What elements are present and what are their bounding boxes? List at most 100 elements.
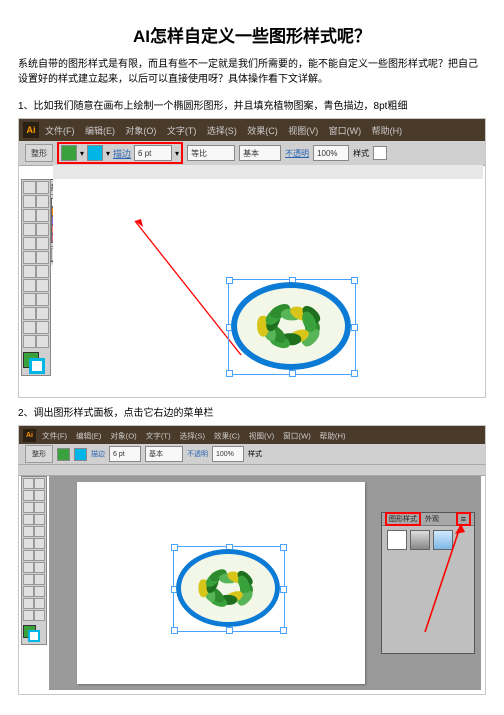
menu-window[interactable]: 窗口(W) — [283, 432, 311, 441]
tool-icon[interactable] — [23, 598, 34, 609]
tool-icon[interactable] — [23, 586, 34, 597]
step-2-text: 2、调出图形样式面板，点击它右边的菜单栏 — [18, 404, 486, 419]
tool-icon[interactable] — [23, 181, 36, 194]
opacity-input[interactable]: 100% — [313, 145, 349, 161]
tool-icon[interactable] — [34, 598, 45, 609]
menu-type[interactable]: 文字(T) — [146, 432, 171, 441]
intro-text: 系统自带的图形样式是有限，而且有些不一定就是我们所需要的，能不能自定义一些图形样… — [18, 57, 486, 87]
toolbox — [21, 179, 51, 376]
menu-window[interactable]: 窗口(W) — [329, 126, 362, 136]
tool-icon[interactable] — [36, 293, 49, 306]
tool-icon[interactable] — [36, 307, 49, 320]
tool-icon[interactable] — [23, 195, 36, 208]
menu-edit[interactable]: 编辑(E) — [85, 126, 115, 136]
tool-icon[interactable] — [34, 586, 45, 597]
fill-stroke-indicator[interactable] — [23, 625, 41, 643]
stroke-weight-input[interactable]: 6 pt — [134, 145, 172, 161]
opt-shape-label: 整形 — [25, 445, 53, 463]
app-titlebar: Ai 文件(F) 编辑(E) 对象(O) 文字(T) 选择(S) 效果(C) 视… — [19, 426, 485, 444]
tool-icon[interactable] — [23, 502, 34, 513]
tool-icon[interactable] — [36, 251, 49, 264]
opt-basic[interactable]: 基本 — [145, 446, 183, 462]
menu-type[interactable]: 文字(T) — [167, 126, 197, 136]
style-label: 样式 — [353, 148, 369, 159]
menu-effect[interactable]: 效果(C) — [214, 432, 240, 441]
fill-swatch[interactable] — [61, 145, 77, 161]
tool-icon[interactable] — [34, 610, 45, 621]
tool-icon[interactable] — [34, 562, 45, 573]
menu-help[interactable]: 帮助(H) — [372, 126, 403, 136]
menu-select[interactable]: 选择(S) — [180, 432, 206, 441]
fill-stroke-highlight: ▾ ▾ 描边 6 pt ▾ — [57, 142, 183, 164]
tool-icon[interactable] — [34, 574, 45, 585]
style-swatch[interactable] — [373, 146, 387, 160]
tool-icon[interactable] — [23, 610, 34, 621]
fill-stroke-indicator[interactable] — [23, 352, 45, 374]
page-title: AI怎样自定义一些图形样式呢？ — [18, 22, 486, 47]
menu-effect[interactable]: 效果(C) — [247, 126, 278, 136]
tool-icon[interactable] — [23, 562, 34, 573]
tool-icon[interactable] — [34, 526, 45, 537]
ellipse-shape[interactable] — [231, 282, 351, 370]
tool-icon[interactable] — [23, 538, 34, 549]
tool-icon[interactable] — [34, 514, 45, 525]
tool-icon[interactable] — [23, 478, 34, 489]
stroke-swatch[interactable] — [74, 448, 87, 461]
tool-icon[interactable] — [23, 265, 36, 278]
app-logo-icon: Ai — [23, 429, 36, 442]
tool-icon[interactable] — [23, 321, 36, 334]
tool-icon[interactable] — [36, 181, 49, 194]
tool-icon[interactable] — [34, 538, 45, 549]
tool-icon[interactable] — [23, 490, 34, 501]
fill-swatch[interactable] — [57, 448, 70, 461]
tool-icon[interactable] — [36, 321, 49, 334]
tool-icon[interactable] — [34, 550, 45, 561]
menu-select[interactable]: 选择(S) — [207, 126, 237, 136]
menu-help[interactable]: 帮助(H) — [320, 432, 346, 441]
tool-icon[interactable] — [23, 293, 36, 306]
menu-file[interactable]: 文件(F) — [42, 432, 67, 441]
opt-basic[interactable]: 基本 — [239, 145, 281, 161]
tool-icon[interactable] — [23, 237, 36, 250]
style-label: 样式 — [248, 449, 262, 459]
app-logo-icon: Ai — [23, 122, 39, 138]
tool-icon[interactable] — [23, 574, 34, 585]
tool-icon[interactable] — [36, 209, 49, 222]
tool-icon[interactable] — [23, 550, 34, 561]
tool-icon[interactable] — [34, 490, 45, 501]
tool-icon[interactable] — [36, 223, 49, 236]
workspace-gray: 图形样式 外观 ≡ — [49, 476, 481, 690]
artboard[interactable] — [53, 179, 483, 395]
tool-icon[interactable] — [36, 335, 49, 348]
ruler-horizontal — [53, 165, 483, 180]
tool-icon[interactable] — [23, 526, 34, 537]
opt-proportional[interactable]: 等比 — [187, 145, 235, 161]
menu-edit[interactable]: 编辑(E) — [76, 432, 102, 441]
toolbox — [21, 476, 47, 645]
artboard[interactable] — [77, 482, 365, 684]
menu-view[interactable]: 视图(V) — [249, 432, 275, 441]
menu-file[interactable]: 文件(F) — [45, 126, 75, 136]
opacity-input[interactable]: 100% — [212, 446, 244, 462]
tool-icon[interactable] — [36, 237, 49, 250]
tool-icon[interactable] — [34, 502, 45, 513]
ellipse-shape[interactable] — [176, 549, 280, 627]
tool-icon[interactable] — [36, 265, 49, 278]
tool-icon[interactable] — [23, 223, 36, 236]
menu-object[interactable]: 对象(O) — [110, 432, 136, 441]
tool-icon[interactable] — [23, 514, 34, 525]
tool-icon[interactable] — [23, 307, 36, 320]
tool-icon[interactable] — [36, 195, 49, 208]
menu-object[interactable]: 对象(O) — [125, 126, 156, 136]
tool-icon[interactable] — [23, 335, 36, 348]
tool-icon[interactable] — [23, 251, 36, 264]
stroke-swatch[interactable] — [87, 145, 103, 161]
options-bar: 整形 ▾ ▾ 描边 6 pt ▾ 等比 基本 不透明 100% 样式 — [19, 141, 485, 166]
tool-icon[interactable] — [23, 209, 36, 222]
stroke-weight-input[interactable]: 6 pt — [109, 446, 141, 462]
menu-view[interactable]: 视图(V) — [288, 126, 318, 136]
tool-icon[interactable] — [36, 279, 49, 292]
annotation-arrow-2 — [375, 512, 475, 662]
tool-icon[interactable] — [34, 478, 45, 489]
tool-icon[interactable] — [23, 279, 36, 292]
